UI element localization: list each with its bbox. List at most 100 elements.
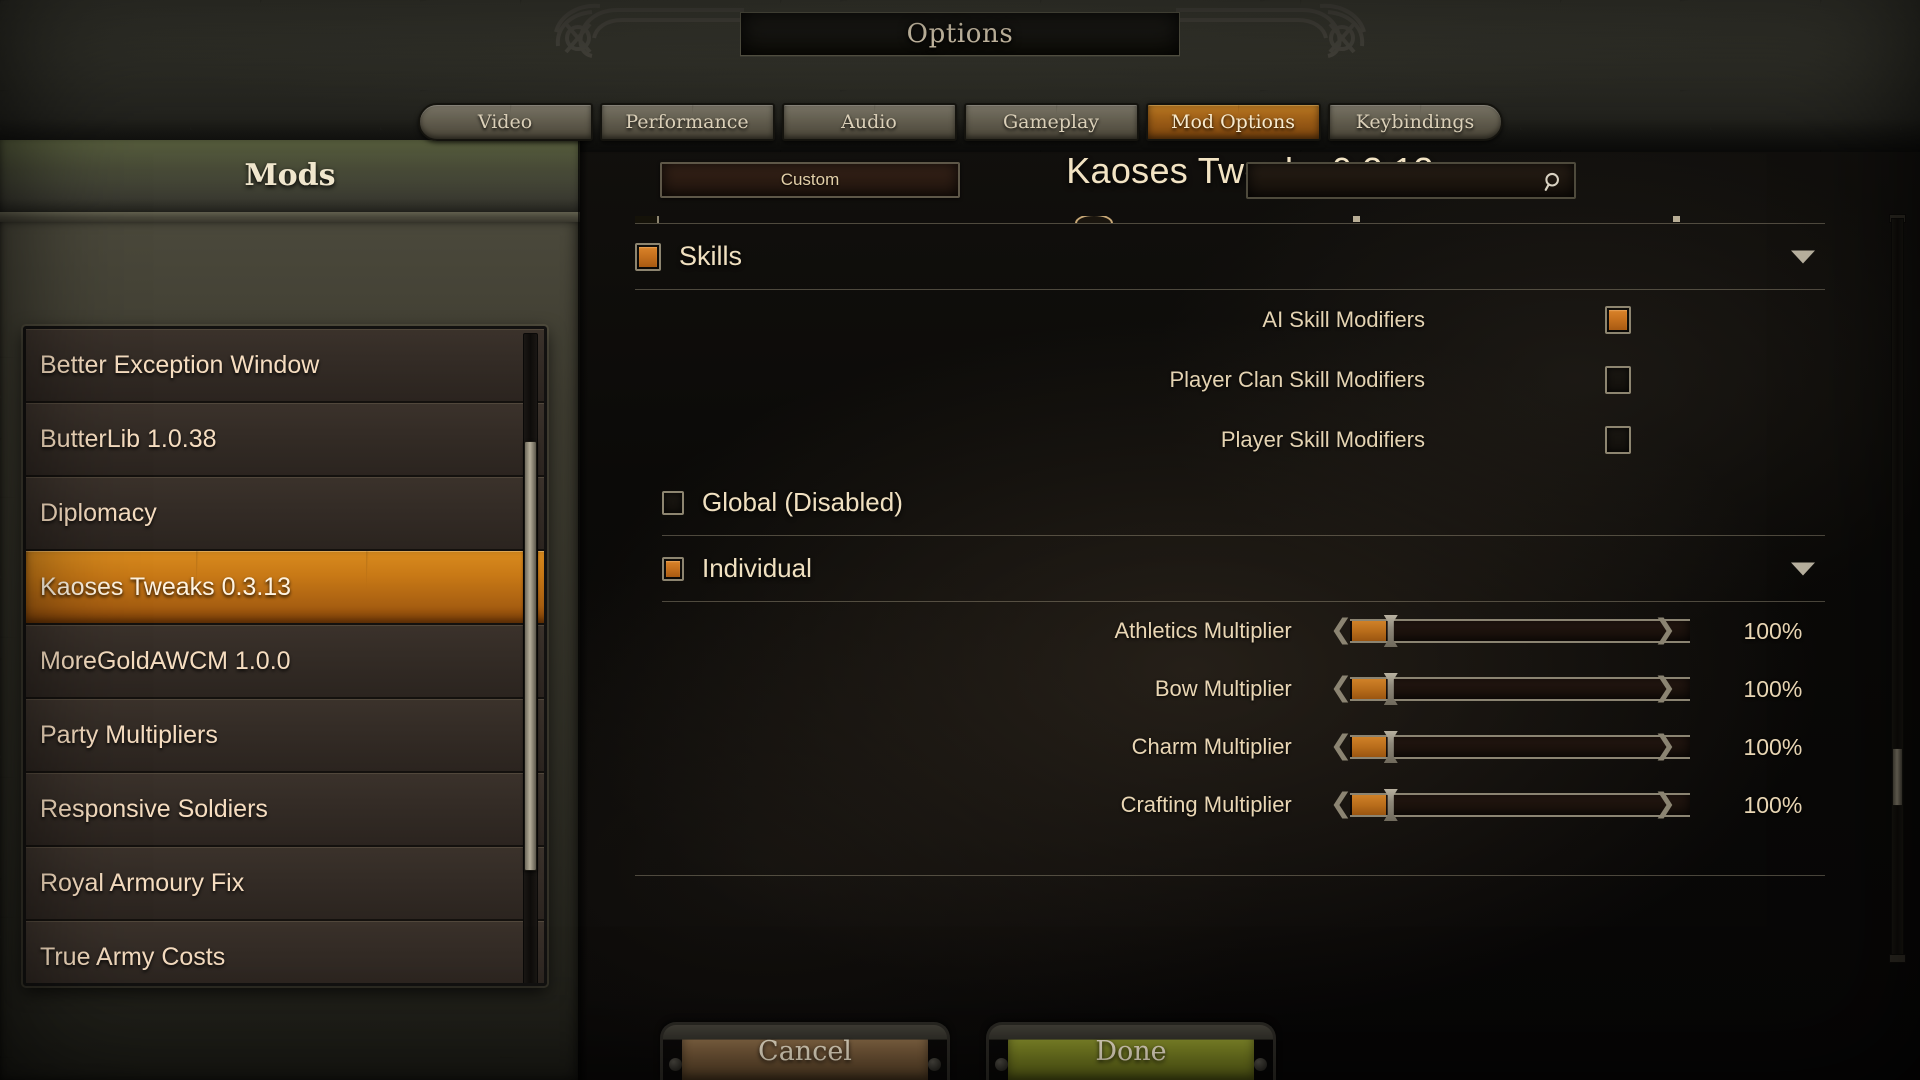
slider-charm-multiplier[interactable]: ❮ ❯ [1329, 730, 1690, 764]
list-item[interactable]: Diplomacy [26, 477, 544, 551]
tab-video-label: Video [477, 111, 533, 133]
group-global[interactable]: Global (Disabled) [662, 470, 1825, 536]
partial-checkbox [635, 216, 659, 223]
group-individual-label: Individual [702, 553, 812, 583]
mods-sidebar-header: Mods [0, 140, 580, 218]
title-banner: Options [0, 0, 1920, 64]
mods-sidebar-edge-shadow [578, 140, 588, 1080]
mod-item-label: MoreGoldAWCM 1.0.0 [40, 646, 291, 675]
settings-row-partial [635, 216, 1825, 224]
checkbox-individual[interactable] [662, 556, 684, 581]
list-item[interactable]: Royal Armoury Fix [26, 847, 544, 921]
group-skills[interactable]: Skills [635, 224, 1825, 290]
slider-fill [1351, 795, 1386, 815]
settings-scrollbar-thumb[interactable] [1892, 748, 1903, 806]
mods-sidebar-title: Mods [244, 158, 336, 193]
setting-row-crafting-multiplier[interactable]: Crafting Multiplier ❮ ❯ 100% [635, 776, 1825, 834]
checkbox-skills[interactable] [635, 242, 661, 271]
partial-marker [1353, 216, 1360, 222]
mods-list-scrollbar-thumb[interactable] [524, 441, 537, 871]
setting-row-athletics-multiplier[interactable]: Athletics Multiplier ❮ ❯ 100% [635, 602, 1825, 660]
list-item-selected[interactable]: Kaoses Tweaks 0.3.13 [26, 551, 544, 625]
checkbox-player-clan-skill-modifiers[interactable] [1605, 366, 1631, 394]
chevron-down-icon[interactable] [1791, 250, 1815, 263]
search-input[interactable] [1256, 167, 1526, 194]
slider-crafting-multiplier[interactable]: ❮ ❯ [1329, 788, 1690, 822]
tab-audio-label: Audio [841, 111, 897, 133]
checkbox-player-skill-modifiers[interactable] [1605, 426, 1631, 454]
partial-marker [1673, 216, 1680, 222]
setting-row-bow-multiplier[interactable]: Bow Multiplier ❮ ❯ 100% [635, 660, 1825, 718]
slider-cap-left: ❮ [1329, 614, 1353, 645]
page-title-text: Options [906, 19, 1014, 49]
done-button[interactable]: Done [986, 1022, 1276, 1080]
footer-buttons: Cancel Done [0, 1022, 1920, 1080]
list-item[interactable]: MoreGoldAWCM 1.0.0 [26, 625, 544, 699]
mods-list[interactable]: Better Exception Window ButterLib 1.0.38… [26, 329, 544, 983]
group-individual[interactable]: Individual [662, 536, 1825, 602]
search-icon[interactable] [1543, 171, 1565, 193]
list-item[interactable]: True Army Costs [26, 921, 544, 983]
list-item[interactable]: Responsive Soldiers [26, 773, 544, 847]
mod-item-label: Royal Armoury Fix [40, 868, 245, 897]
checkbox-global[interactable] [662, 490, 684, 515]
list-item[interactable]: Better Exception Window [26, 329, 544, 403]
setting-label: Crafting Multiplier [1120, 792, 1292, 817]
slider-cap-right: ❯ [1653, 788, 1677, 819]
tab-performance[interactable]: Performance [599, 103, 775, 141]
checkbox-ai-skill-modifiers[interactable] [1605, 306, 1631, 334]
setting-row-charm-multiplier[interactable]: Charm Multiplier ❮ ❯ 100% [635, 718, 1825, 776]
tab-audio[interactable]: Audio [781, 103, 957, 141]
done-button-label: Done [1095, 1035, 1167, 1067]
tab-gameplay[interactable]: Gameplay [963, 103, 1139, 141]
slider-value: 100% [1743, 675, 1803, 702]
tab-keybindings[interactable]: Keybindings [1327, 103, 1503, 141]
mod-item-label: Kaoses Tweaks 0.3.13 [40, 572, 292, 601]
settings-scrollbar-track[interactable] [1891, 218, 1904, 960]
chevron-down-icon[interactable] [1791, 562, 1815, 575]
list-item[interactable]: ButterLib 1.0.38 [26, 403, 544, 477]
slider-track[interactable] [1349, 619, 1690, 643]
slider-value: 100% [1743, 791, 1803, 818]
settings-scroll-region[interactable]: Skills AI Skill Modifiers Player Clan Sk… [580, 216, 1920, 1062]
slider-track[interactable] [1349, 793, 1690, 817]
tab-video[interactable]: Video [417, 103, 593, 141]
slider-fill [1351, 679, 1386, 699]
slider-cap-right: ❯ [1653, 730, 1677, 761]
slider-cap-left: ❮ [1329, 672, 1353, 703]
setting-label: AI Skill Modifiers [1262, 307, 1425, 332]
mod-item-label: ButterLib 1.0.38 [40, 424, 217, 453]
mod-item-label: Responsive Soldiers [40, 794, 268, 823]
mod-settings-panel: Custom Kaoses Tweaks 0.3.13 [580, 140, 1920, 1080]
tab-keybindings-label: Keybindings [1355, 111, 1475, 133]
setting-label: Athletics Multiplier [1114, 618, 1292, 643]
slider-cap-left: ❮ [1329, 788, 1353, 819]
setting-label: Bow Multiplier [1154, 676, 1292, 701]
mods-sidebar: Mods Better Exception Window ButterLib 1… [0, 140, 588, 1080]
slider-cap-left: ❮ [1329, 730, 1353, 761]
list-item[interactable]: Party Multipliers [26, 699, 544, 773]
slider-track[interactable] [1349, 677, 1690, 701]
slider-cap-right: ❯ [1653, 672, 1677, 703]
slider-value: 100% [1743, 617, 1803, 644]
setting-label: Charm Multiplier [1131, 734, 1292, 759]
mod-item-label: True Army Costs [40, 942, 226, 971]
settings-list: Skills AI Skill Modifiers Player Clan Sk… [580, 216, 1880, 876]
slider-bow-multiplier[interactable]: ❮ ❯ [1329, 672, 1690, 706]
setting-row-player-clan-skill-modifiers[interactable]: Player Clan Skill Modifiers [635, 350, 1825, 410]
partial-slider-handle [1075, 216, 1113, 223]
cancel-button[interactable]: Cancel [660, 1022, 950, 1080]
tab-performance-label: Performance [625, 111, 749, 133]
preset-button[interactable]: Custom [660, 162, 960, 198]
setting-row-ai-skill-modifiers[interactable]: AI Skill Modifiers [635, 290, 1825, 350]
group-skills-label: Skills [679, 241, 743, 271]
slider-athletics-multiplier[interactable]: ❮ ❯ [1329, 614, 1690, 648]
mod-item-label: Diplomacy [40, 498, 157, 527]
setting-row-player-skill-modifiers[interactable]: Player Skill Modifiers [635, 410, 1825, 470]
tab-bar: Video Performance Audio Gameplay Mod Opt… [0, 103, 1920, 143]
tab-mod-options[interactable]: Mod Options [1145, 103, 1321, 141]
search-box[interactable] [1246, 162, 1576, 199]
banner-ornament-left [554, 3, 744, 58]
slider-track[interactable] [1349, 735, 1690, 759]
mods-sidebar-ledge [0, 212, 580, 222]
